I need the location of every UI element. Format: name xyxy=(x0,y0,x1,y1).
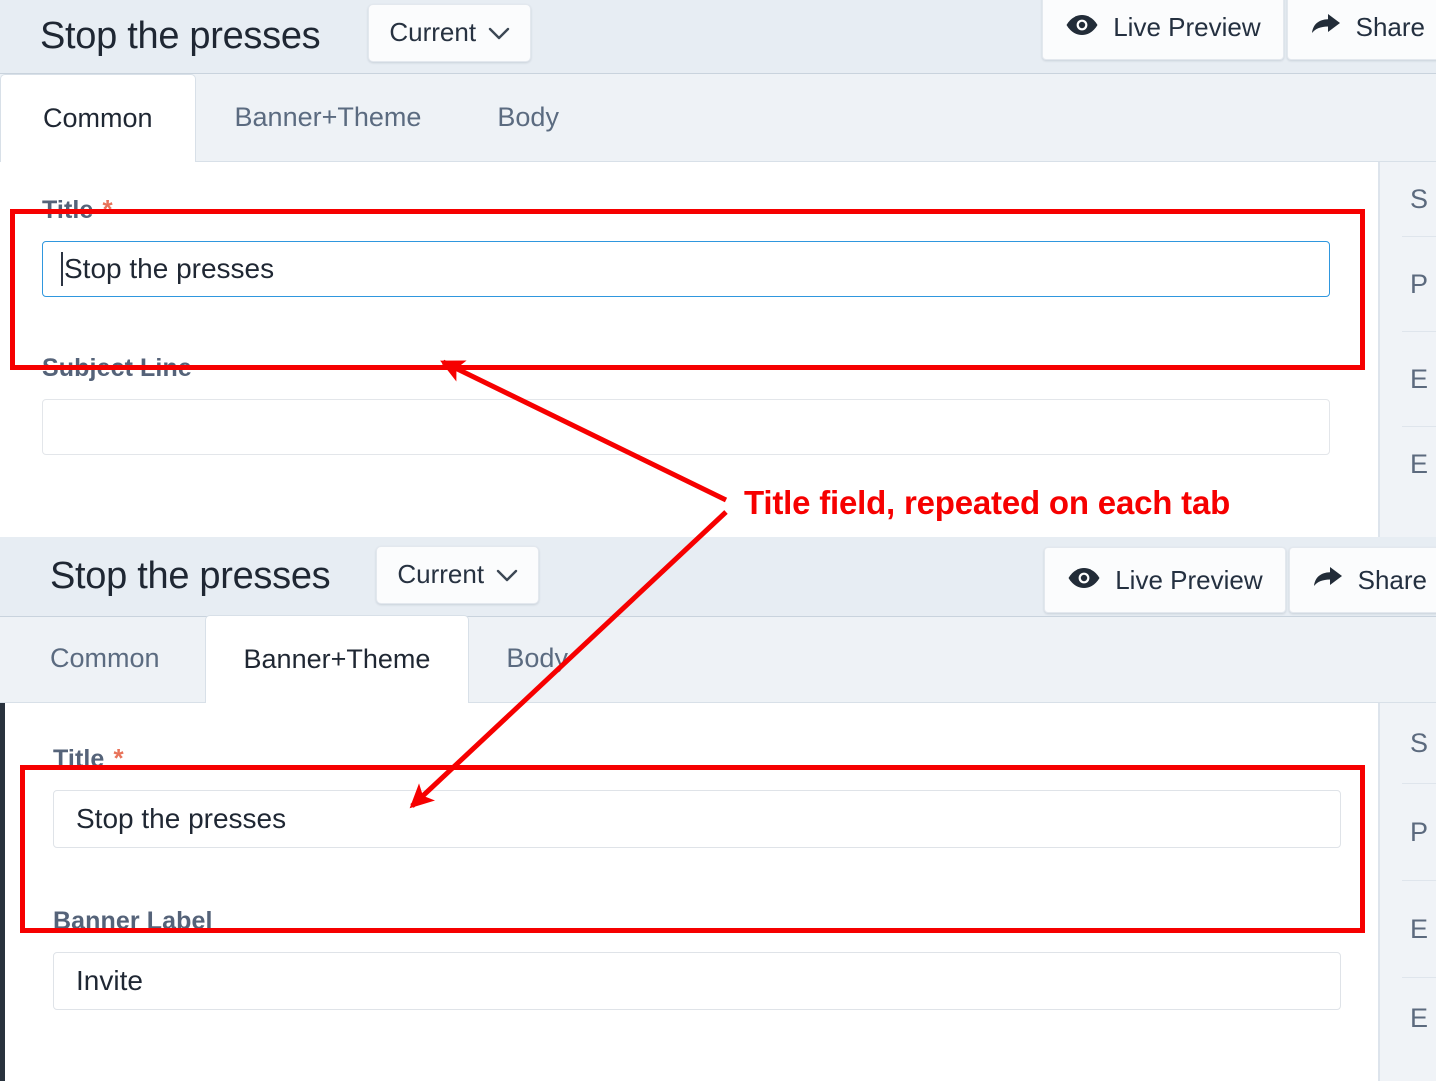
field-title: Title * Stop the presses xyxy=(53,745,1341,848)
page-title: Stop the presses xyxy=(40,15,321,57)
chevron-down-icon xyxy=(496,559,518,590)
share-button[interactable]: Share xyxy=(1288,547,1436,613)
right-rail: S P E E xyxy=(1379,162,1436,537)
app-header: Stop the presses Current Live Preview Sh… xyxy=(0,537,1436,617)
rail-item-2-label: E xyxy=(1410,363,1429,394)
live-preview-button[interactable]: Live Preview xyxy=(1042,0,1284,60)
field-title-label-text: Title xyxy=(53,745,105,773)
right-rail: S P E E xyxy=(1379,703,1436,1081)
share-arrow-icon xyxy=(1310,12,1342,43)
field-title-label: Title * xyxy=(53,745,1341,774)
rail-item-3[interactable]: E xyxy=(1380,427,1436,501)
rail-item-1-label: P xyxy=(1410,268,1429,299)
rail-item-2[interactable]: E xyxy=(1380,332,1436,426)
rail-item-3[interactable]: E xyxy=(1380,978,1436,1058)
rail-item-1[interactable]: P xyxy=(1380,237,1436,331)
form-body: Title * Stop the presses Banner Label In… xyxy=(5,703,1379,1081)
tab-banner-theme[interactable]: Banner+Theme xyxy=(196,73,461,161)
header-actions: Live Preview Share xyxy=(1044,547,1436,613)
required-marker: * xyxy=(113,743,124,773)
rail-item-0[interactable]: S xyxy=(1380,703,1436,783)
field-banner-label-label: Banner Label xyxy=(53,907,1341,936)
tab-body-label: Body xyxy=(506,643,568,673)
field-subject-line: Subject Line xyxy=(42,354,1330,455)
version-selector-label: Current xyxy=(397,559,485,589)
tab-banner-theme[interactable]: Banner+Theme xyxy=(204,615,470,703)
title-input-value: Stop the presses xyxy=(64,253,275,284)
screenshot-stage: Stop the presses Current Live Preview Sh… xyxy=(0,0,1436,1081)
share-button[interactable]: Share xyxy=(1286,0,1436,60)
tabstrip: Common Banner+Theme Body xyxy=(0,614,1436,703)
live-preview-label: Live Preview xyxy=(1115,564,1263,595)
rail-item-2-label: E xyxy=(1410,913,1429,944)
field-subject-line-label-text: Subject Line xyxy=(42,354,192,382)
rail-item-3-label: E xyxy=(1410,1002,1429,1033)
tab-body-label: Body xyxy=(497,102,559,132)
form-body: Title * Stop the presses Subject Line xyxy=(0,162,1379,537)
rail-item-1-label: P xyxy=(1410,816,1429,847)
title-input-value: Stop the presses xyxy=(76,803,287,834)
rail-item-0-label: S xyxy=(1410,183,1429,214)
text-caret xyxy=(61,252,63,286)
rail-item-0[interactable]: S xyxy=(1380,162,1436,236)
live-preview-button[interactable]: Live Preview xyxy=(1044,547,1286,613)
banner-label-input-value: Invite xyxy=(76,965,143,996)
field-title-label: Title * xyxy=(42,196,1330,225)
eye-icon xyxy=(1065,12,1099,43)
tab-common-label: Common xyxy=(50,643,160,673)
field-banner-label-text: Banner Label xyxy=(53,907,213,935)
required-marker: * xyxy=(102,194,113,224)
header-actions: Live Preview Share xyxy=(1042,0,1436,60)
field-title-label-text: Title xyxy=(42,196,94,224)
tab-common[interactable]: Common xyxy=(5,614,205,702)
title-input[interactable]: Stop the presses xyxy=(42,241,1330,297)
field-subject-line-label: Subject Line xyxy=(42,354,1330,383)
eye-icon xyxy=(1067,565,1101,596)
page-title: Stop the presses xyxy=(50,555,331,597)
share-label: Share xyxy=(1357,564,1427,595)
field-banner-label: Banner Label Invite xyxy=(53,907,1341,1010)
share-arrow-icon xyxy=(1312,565,1344,596)
version-selector[interactable]: Current xyxy=(376,545,540,604)
version-selector[interactable]: Current xyxy=(368,3,532,62)
share-label: Share xyxy=(1355,11,1425,42)
app-window-common: Stop the presses Current Live Preview Sh… xyxy=(0,0,1436,537)
app-header: Stop the presses Current Live Preview Sh… xyxy=(0,0,1436,74)
rail-item-3-label: E xyxy=(1410,448,1429,479)
rail-item-1[interactable]: P xyxy=(1380,784,1436,880)
live-preview-label: Live Preview xyxy=(1113,11,1261,42)
rail-item-2[interactable]: E xyxy=(1380,881,1436,977)
tab-common-label: Common xyxy=(43,103,153,133)
tab-body[interactable]: Body xyxy=(469,614,605,702)
title-input[interactable]: Stop the presses xyxy=(53,790,1341,848)
app-window-banner-theme: Stop the presses Current Live Preview Sh… xyxy=(0,537,1436,1081)
tab-banner-theme-label: Banner+Theme xyxy=(243,644,431,674)
chevron-down-icon xyxy=(488,17,510,48)
field-title: Title * Stop the presses xyxy=(42,196,1330,297)
tab-body[interactable]: Body xyxy=(460,73,596,161)
version-selector-label: Current xyxy=(389,17,477,47)
tab-banner-theme-label: Banner+Theme xyxy=(234,102,422,132)
rail-item-0-label: S xyxy=(1410,727,1429,758)
banner-label-input[interactable]: Invite xyxy=(53,952,1341,1010)
subject-line-input[interactable] xyxy=(42,399,1330,455)
tabstrip: Common Banner+Theme Body xyxy=(0,74,1436,162)
tab-common[interactable]: Common xyxy=(0,74,196,162)
